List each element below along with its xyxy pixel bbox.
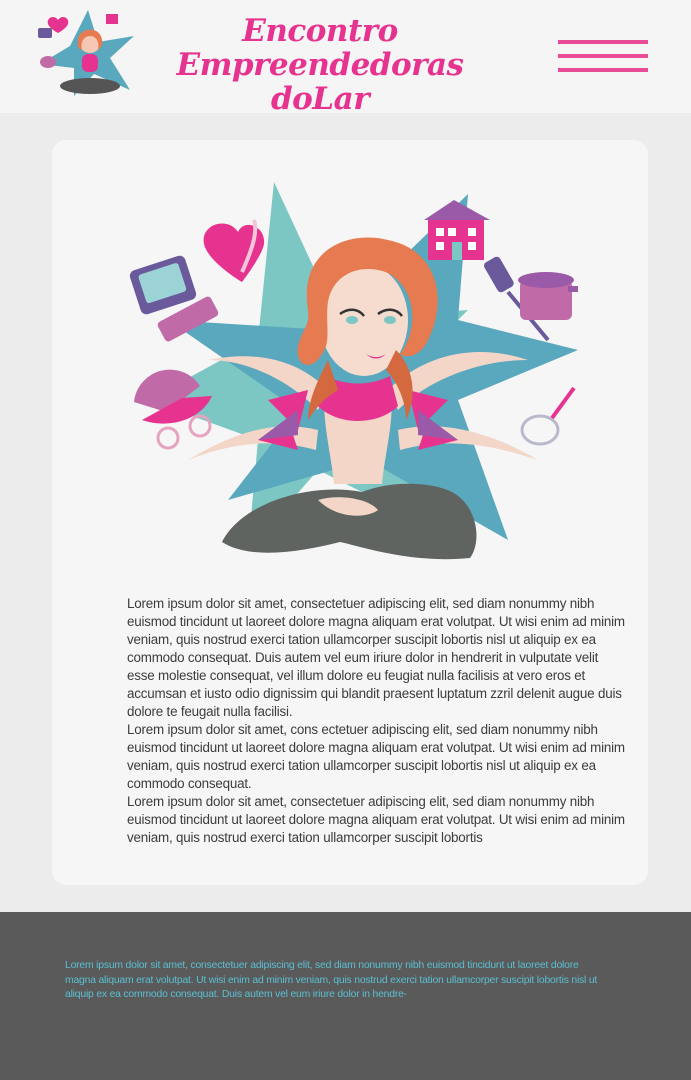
logo-body — [60, 78, 120, 94]
site-footer: Lorem ipsum dolor sit amet, consectetuer… — [0, 912, 691, 1080]
logo[interactable] — [34, 6, 142, 98]
hamburger-icon-bar-2 — [558, 54, 648, 58]
article-paragraph-3: Lorem ipsum dolor sit amet, consectetuer… — [127, 794, 625, 845]
brand-title[interactable]: Encontro Empreendedoras doLar — [150, 14, 490, 116]
brand-title-line-2: doLar — [270, 81, 370, 117]
footer-text: Lorem ipsum dolor sit amet, consectetuer… — [65, 960, 598, 1000]
hamburger-icon-bar-1 — [558, 40, 648, 44]
site-header: Encontro Empreendedoras doLar — [0, 0, 691, 116]
brand-title-line-1: Encontro Empreendedoras — [176, 13, 464, 83]
article-paragraph-1: Lorem ipsum dolor sit amet, consectetuer… — [127, 596, 625, 719]
hero-illustration — [129, 182, 578, 560]
cooking-pot-icon — [518, 272, 578, 320]
article-paragraph-2: Lorem ipsum dolor sit amet, cons ectetue… — [127, 722, 625, 791]
content-card: Lorem ipsum dolor sit amet, consectetuer… — [52, 140, 648, 885]
article-body: Lorem ipsum dolor sit amet, consectetuer… — [127, 595, 627, 847]
house-icon — [424, 200, 490, 260]
logo-house-icon — [106, 14, 118, 24]
logo-stroller-icon — [40, 56, 56, 68]
logo-laptop-icon — [38, 28, 52, 38]
menu-button[interactable] — [558, 38, 648, 74]
heart-icon — [203, 219, 265, 282]
whisk-icon — [520, 386, 576, 446]
hamburger-icon-bar-3 — [558, 68, 648, 72]
